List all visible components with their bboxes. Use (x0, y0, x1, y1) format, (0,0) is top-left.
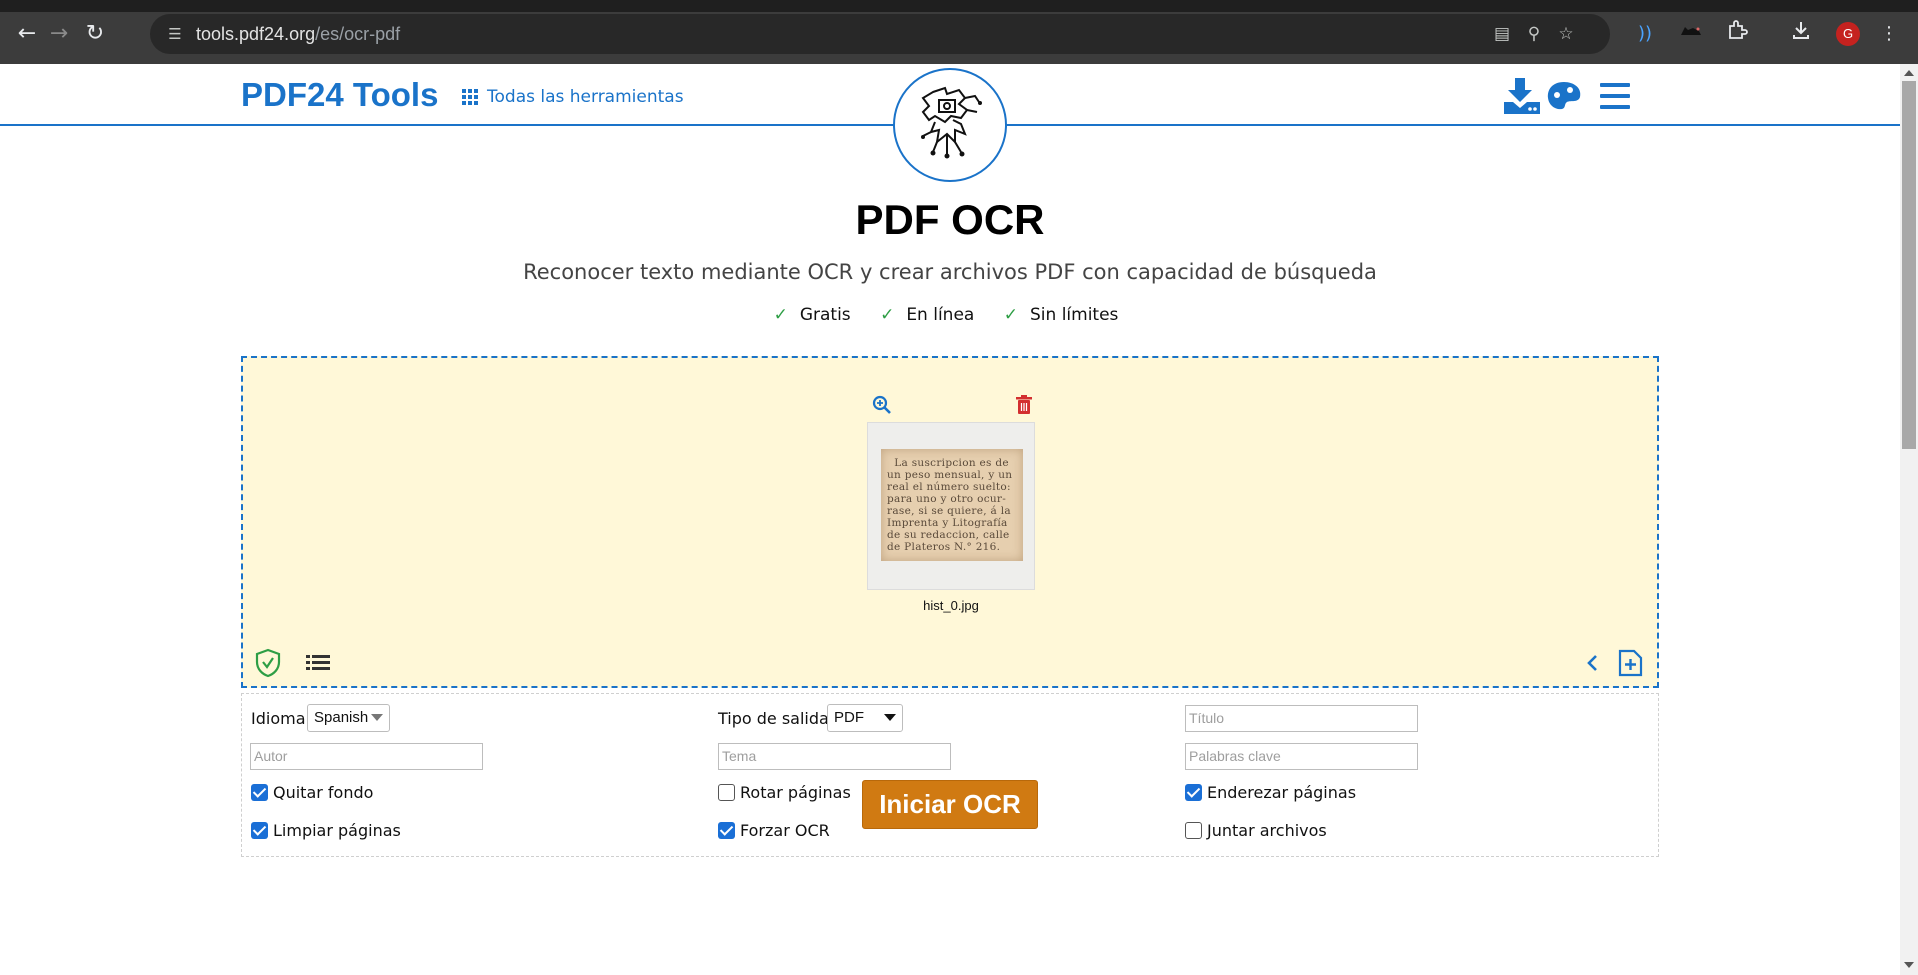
chevron-down-icon (884, 714, 896, 721)
grid-icon (462, 89, 478, 105)
page-scrollbar[interactable] (1900, 64, 1918, 975)
back-icon[interactable]: ← (12, 19, 42, 49)
file-drop-zone[interactable]: La suscripcion es de un peso mensual, y … (241, 356, 1659, 688)
remove-background-checkbox[interactable] (251, 784, 268, 801)
clean-pages-label[interactable]: Limpiar páginas (273, 821, 401, 840)
merge-files-checkbox[interactable] (1185, 822, 1202, 839)
deskew-pages-checkbox[interactable] (1185, 784, 1202, 801)
url-text[interactable]: tools.pdf24.org/es/ocr-pdf (196, 24, 400, 45)
chevron-down-icon (371, 714, 383, 721)
brand-logo-text[interactable]: PDF24 Tools (241, 76, 438, 114)
downloads-icon[interactable] (1786, 19, 1816, 49)
install-app-icon[interactable]: ▤ (1490, 22, 1514, 46)
file-preview-image: La suscripcion es de un peso mensual, y … (881, 449, 1023, 561)
address-bar[interactable]: ☰ tools.pdf24.org/es/ocr-pdf ▤ ⚲ ☆ (150, 14, 1610, 54)
ocr-options-panel: Idioma Spanish Tipo de salida PDF Título… (241, 693, 1659, 857)
check-icon: ✓ (773, 305, 788, 325)
author-input[interactable]: Autor (250, 743, 483, 770)
extensions-puzzle-icon[interactable] (1722, 19, 1752, 49)
security-shield-icon[interactable] (253, 648, 283, 678)
site-info-icon[interactable]: ☰ (164, 23, 186, 45)
force-ocr-label[interactable]: Forzar OCR (740, 821, 830, 840)
language-label: Idioma (251, 709, 306, 728)
rotate-pages-label[interactable]: Rotar páginas (740, 783, 851, 802)
theme-palette-icon[interactable] (1544, 76, 1584, 116)
merge-files-label[interactable]: Juntar archivos (1207, 821, 1327, 840)
add-file-icon[interactable] (1615, 648, 1645, 678)
check-icon: ✓ (1003, 305, 1018, 325)
clean-pages-checkbox[interactable] (251, 822, 268, 839)
extension-cat-icon[interactable] (1676, 19, 1706, 49)
bookmark-star-icon[interactable]: ☆ (1554, 22, 1578, 46)
feature-free: ✓ Gratis (773, 305, 851, 325)
force-ocr-checkbox[interactable] (718, 822, 735, 839)
reload-icon[interactable]: ↻ (80, 19, 110, 49)
hamburger-menu-icon[interactable] (1598, 76, 1632, 116)
keywords-input[interactable]: Palabras clave (1185, 743, 1418, 770)
scroll-down-arrow-icon[interactable] (1904, 962, 1914, 968)
all-tools-link[interactable]: Todas las herramientas (462, 87, 684, 107)
mascot-logo[interactable] (893, 68, 1007, 182)
feature-online: ✓ En línea (880, 305, 975, 325)
chevron-left-icon[interactable] (1581, 648, 1605, 678)
file-name: hist_0.jpg (923, 598, 979, 613)
zoom-icon[interactable]: ⚲ (1522, 22, 1546, 46)
feature-unlimited: ✓ Sin límites (1003, 305, 1119, 325)
robot-mascot-icon (921, 86, 982, 159)
title-input[interactable]: Título (1185, 705, 1418, 732)
profile-avatar[interactable]: G (1836, 22, 1860, 46)
forward-icon[interactable]: → (44, 19, 74, 49)
feature-list: ✓ Gratis ✓ En línea ✓ Sin límites (0, 305, 1900, 325)
delete-file-icon[interactable] (1013, 394, 1035, 416)
tab-strip (0, 0, 1918, 12)
all-tools-label: Todas las herramientas (487, 87, 684, 107)
download-app-icon[interactable] (1500, 76, 1544, 116)
deskew-pages-label[interactable]: Enderezar páginas (1207, 783, 1356, 802)
output-type-label: Tipo de salida (718, 709, 829, 728)
zoom-preview-icon[interactable] (871, 394, 893, 416)
language-select[interactable]: Spanish (307, 704, 390, 732)
browser-toolbar: ← → ↻ ☰ tools.pdf24.org/es/ocr-pdf ▤ ⚲ ☆… (0, 0, 1918, 64)
page-title: PDF OCR (855, 196, 1045, 243)
start-ocr-button[interactable]: Iniciar OCR (862, 780, 1038, 829)
scrollbar-thumb[interactable] (1902, 81, 1916, 449)
list-view-icon[interactable] (303, 648, 333, 678)
scroll-up-arrow-icon[interactable] (1904, 70, 1914, 76)
extension-signal-icon[interactable]: )) (1630, 19, 1660, 49)
file-thumbnail-card[interactable]: La suscripcion es de un peso mensual, y … (867, 422, 1035, 590)
subject-input[interactable]: Tema (718, 743, 951, 770)
remove-background-label[interactable]: Quitar fondo (273, 783, 373, 802)
output-type-select[interactable]: PDF (827, 704, 903, 732)
page-subtitle: Reconocer texto mediante OCR y crear arc… (523, 260, 1377, 284)
page-viewport: PDF24 Tools Todas las herramientas PDF O… (0, 64, 1900, 975)
check-icon: ✓ (880, 305, 895, 325)
rotate-pages-checkbox[interactable] (718, 784, 735, 801)
browser-menu-icon[interactable]: ⋮ (1878, 19, 1900, 49)
